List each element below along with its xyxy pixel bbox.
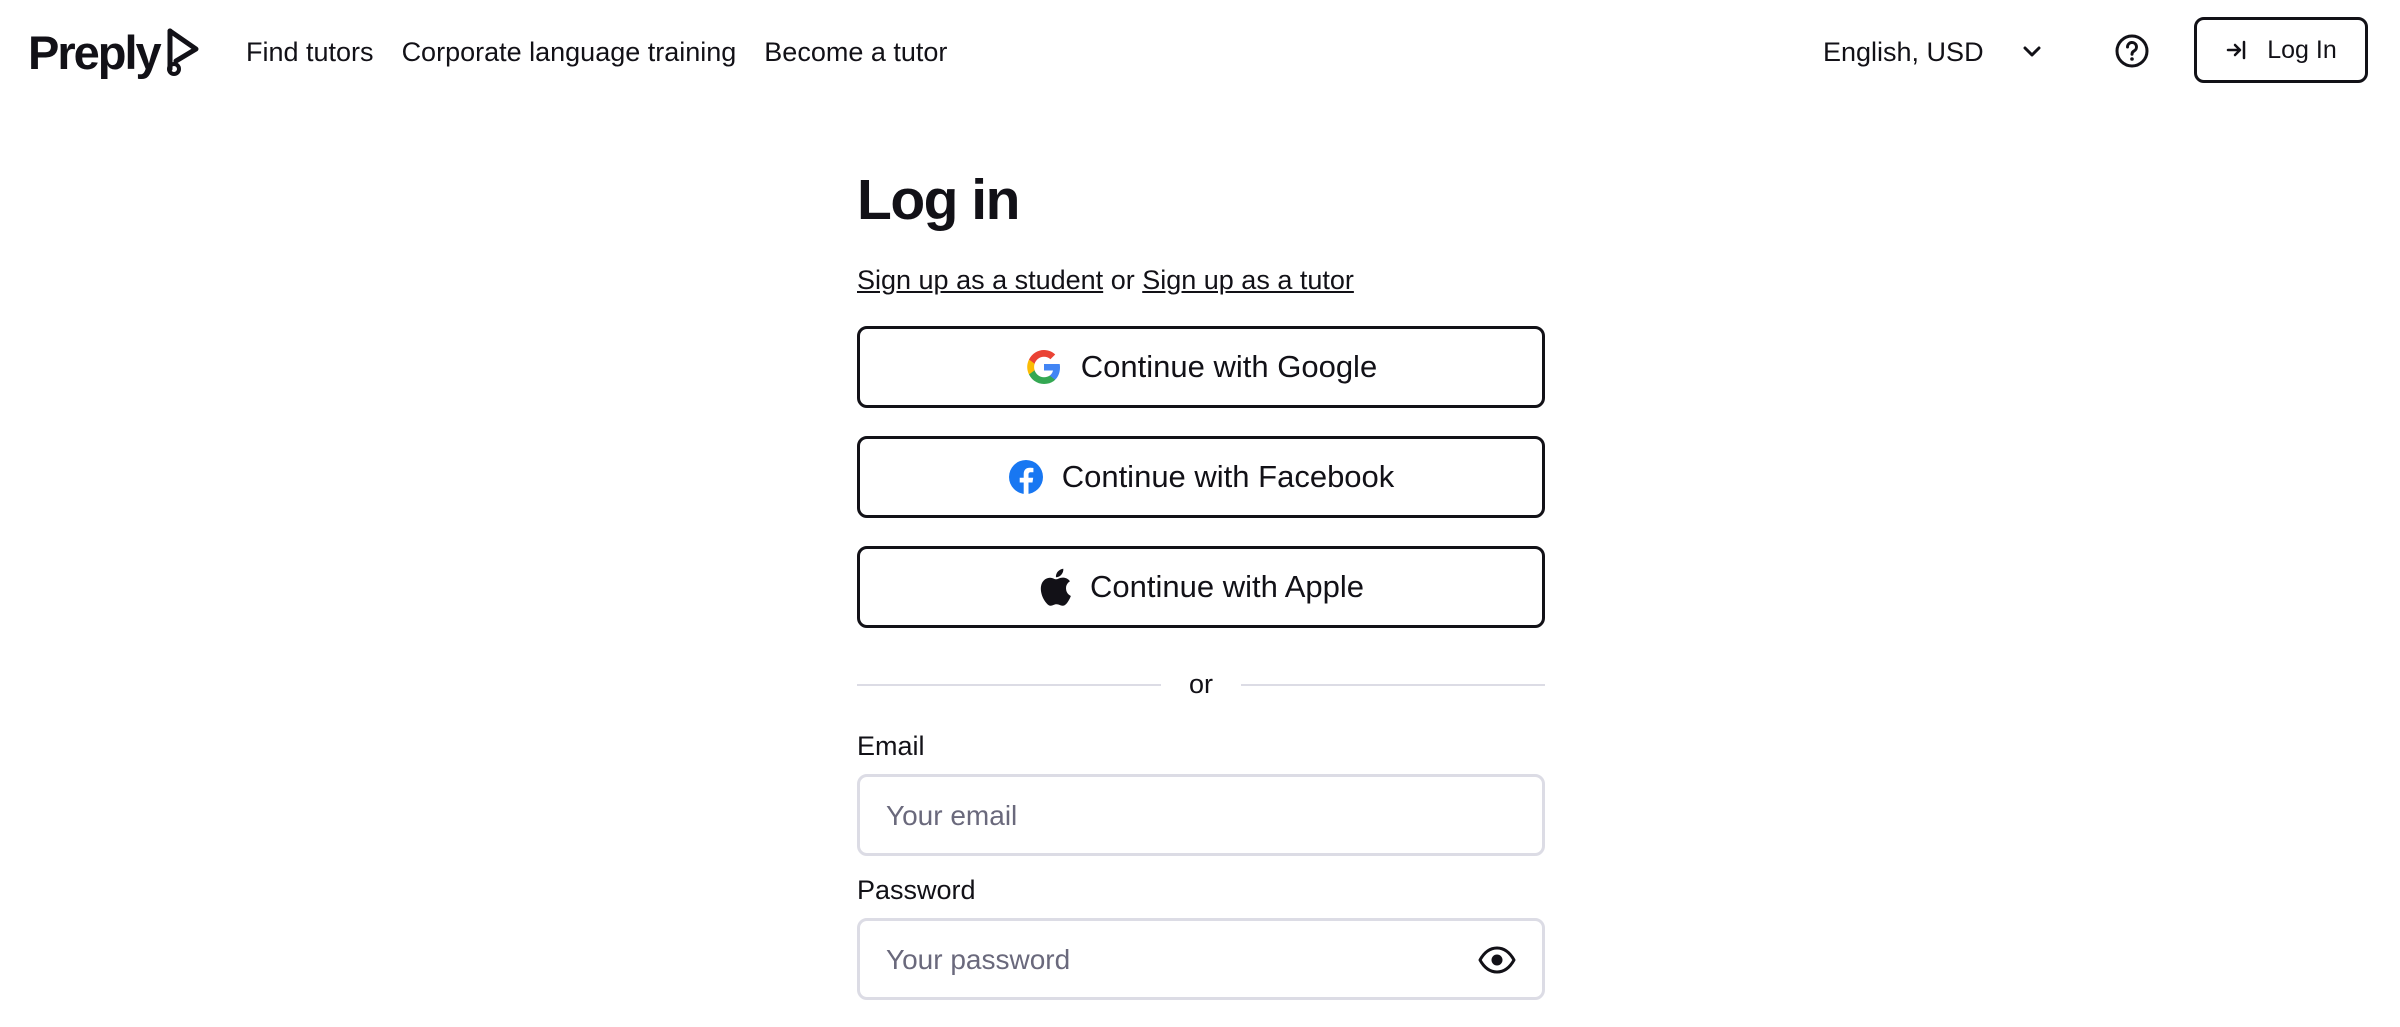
- email-label: Email: [857, 731, 925, 761]
- logo-text: Preply: [28, 25, 162, 79]
- help-icon: [2115, 34, 2149, 68]
- continue-with-facebook-button[interactable]: Continue with Facebook: [857, 436, 1545, 518]
- email-field[interactable]: [884, 777, 1448, 855]
- signup-links: Sign up as a student or Sign up as a tut…: [857, 260, 1354, 300]
- nav-become-tutor[interactable]: Become a tutor: [764, 32, 947, 72]
- continue-with-google-button[interactable]: Continue with Google: [857, 326, 1545, 408]
- google-icon: [1026, 350, 1060, 384]
- top-nav-bar: Preply Find tutors Corporate language tr…: [0, 0, 2400, 104]
- header-login-button[interactable]: Log In: [2194, 17, 2368, 83]
- email-field-wrapper: [857, 774, 1545, 856]
- eye-icon[interactable]: [1478, 945, 1516, 975]
- main-nav: Find tutors Corporate language training …: [246, 32, 947, 72]
- help-button[interactable]: [2114, 33, 2150, 74]
- nav-find-tutors[interactable]: Find tutors: [246, 32, 374, 72]
- language-currency-selector[interactable]: English, USD: [1823, 32, 2041, 72]
- apple-icon: [1040, 568, 1071, 606]
- signup-tutor-link[interactable]: Sign up as a tutor: [1142, 265, 1354, 295]
- password-field[interactable]: [884, 921, 1448, 999]
- preply-logo-mark-icon: [166, 28, 199, 76]
- apple-button-label: Continue with Apple: [1089, 569, 1365, 604]
- divider-line-right: [1241, 684, 1545, 686]
- password-label: Password: [857, 875, 976, 905]
- google-button-label: Continue with Google: [1080, 349, 1378, 384]
- login-arrow-icon: [2226, 40, 2246, 60]
- signup-or-text: or: [1110, 265, 1135, 295]
- login-form-container: Log in Sign up as a student or Sign up a…: [857, 160, 1545, 1000]
- or-divider: or: [857, 666, 1545, 702]
- language-currency-label: English, USD: [1823, 37, 1984, 67]
- password-field-wrapper: [857, 918, 1545, 1000]
- chevron-down-icon: [2023, 46, 2041, 57]
- signup-student-link[interactable]: Sign up as a student: [857, 265, 1103, 295]
- continue-with-apple-button[interactable]: Continue with Apple: [857, 546, 1545, 628]
- header-login-label: Log In: [2267, 35, 2337, 64]
- preply-logo[interactable]: Preply: [28, 24, 202, 80]
- facebook-button-label: Continue with Facebook: [1061, 459, 1395, 494]
- facebook-icon: [1008, 460, 1043, 495]
- nav-corporate-training[interactable]: Corporate language training: [402, 32, 737, 72]
- page-title: Log in: [857, 168, 1020, 232]
